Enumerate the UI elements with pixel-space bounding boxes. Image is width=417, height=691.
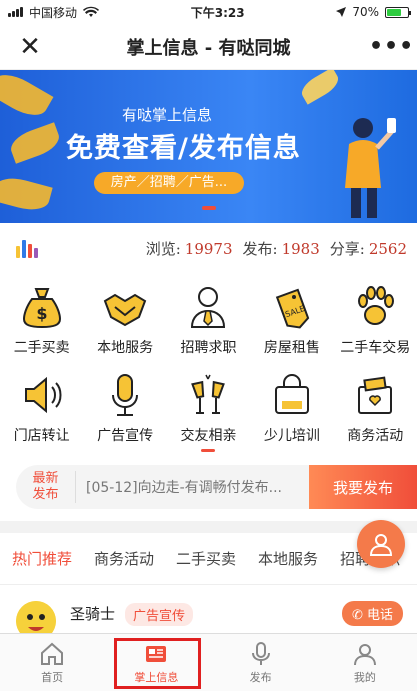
category-label: 房屋租售 [263, 340, 320, 356]
post-author[interactable]: 圣骑士 [70, 603, 115, 624]
tab-business[interactable]: 商务活动 [94, 548, 154, 569]
category-grid: $ 二手买卖 本地服务 招聘求职 SALE 房屋租售 二手车交易 门店转让 广告… [0, 273, 417, 457]
category-kids-training[interactable]: 少儿培训 [250, 369, 333, 457]
leaf-decoration [7, 122, 63, 164]
category-advertising[interactable]: 广告宣传 [83, 369, 166, 457]
signal-icon [8, 7, 23, 17]
tab-hot[interactable]: 热门推荐 [12, 548, 72, 569]
latest-tag: 最新 发布 [16, 471, 76, 503]
post-category-badge: 广告宣传 [125, 603, 194, 626]
category-label: 广告宣传 [97, 428, 154, 444]
category-local-service[interactable]: 本地服务 [83, 281, 166, 369]
category-label: 招聘求职 [180, 340, 237, 356]
home-icon [41, 642, 64, 665]
call-button[interactable]: ✆ 电话 [341, 601, 403, 626]
battery-percent: 70% [352, 5, 379, 19]
category-label: 门店转让 [13, 428, 70, 444]
tabbar-label: 发布 [249, 670, 272, 684]
category-used-cars[interactable]: 二手车交易 [334, 281, 417, 369]
banner-pill: 房产／招聘／广告... [94, 172, 244, 194]
person-tie-icon [191, 287, 226, 328]
category-label: 本地服务 [97, 340, 154, 356]
category-store-transfer[interactable]: 门店转让 [0, 369, 83, 457]
category-housing[interactable]: SALE 房屋租售 [250, 281, 333, 369]
page-title: 掌上信息 - 有哒同城 [126, 37, 291, 59]
leaf-decoration [297, 70, 343, 105]
wifi-icon [83, 6, 100, 17]
category-jobs[interactable]: 招聘求职 [167, 281, 250, 369]
feed-tabs: 热门推荐 商务活动 二手买卖 本地服务 招聘求职 [0, 533, 417, 585]
bottom-tab-bar: 首页 掌上信息 发布 我的 [0, 633, 417, 691]
leaf-decoration [0, 70, 54, 123]
cheers-icon [191, 374, 226, 414]
latest-post-text[interactable]: [05-12]向边走-有调畅付发布... [76, 477, 309, 497]
banner-headline: 免费查看/发布信息 [66, 133, 301, 164]
banner-subtitle: 有哒掌上信息 [122, 106, 213, 124]
navigation-bar: ✕ 掌上信息 - 有哒同城 ••• [0, 24, 417, 70]
more-icon[interactable]: ••• [369, 34, 413, 59]
category-dating[interactable]: 交友相亲 [167, 369, 250, 457]
speaker-icon [24, 376, 62, 414]
tabbar-profile[interactable]: 我的 [313, 634, 417, 691]
svg-text:$: $ [36, 304, 47, 323]
user-icon [369, 534, 393, 556]
user-icon [353, 643, 376, 665]
promo-banner[interactable]: 有哒掌上信息 免费查看/发布信息 房产／招聘／广告... [0, 70, 417, 223]
tab-secondhand[interactable]: 二手买卖 [176, 548, 236, 569]
tabbar-label: 我的 [353, 670, 376, 684]
gift-box-icon [358, 376, 393, 414]
user-float-button[interactable] [357, 520, 405, 568]
handshake-icon [103, 293, 147, 327]
paw-icon [358, 286, 395, 325]
tabbar-publish[interactable]: 发布 [209, 634, 313, 691]
shopping-bag-icon [274, 374, 309, 414]
section-divider [0, 521, 417, 533]
bar-chart-icon [16, 238, 38, 258]
category-label: 二手买卖 [13, 340, 70, 356]
tabbar-info[interactable]: 掌上信息 [104, 634, 208, 691]
highlight-box [114, 638, 201, 689]
battery-icon [384, 6, 411, 18]
carousel-indicator [202, 206, 216, 210]
microphone-icon [112, 374, 139, 416]
shares-stat: 分享: 2562 [329, 239, 407, 258]
leaf-decoration [0, 173, 53, 215]
tab-local-service[interactable]: 本地服务 [258, 548, 318, 569]
carrier-label: 中国移动 [29, 5, 78, 20]
location-arrow-icon [336, 7, 347, 17]
category-label: 少儿培训 [263, 428, 320, 444]
sale-tag-icon: SALE [275, 288, 310, 329]
microphone-icon [251, 641, 270, 665]
posts-stat: 发布: 1983 [242, 239, 320, 258]
person-illustration-icon [345, 118, 396, 218]
tabbar-label: 首页 [41, 670, 64, 684]
category-label: 二手车交易 [340, 340, 411, 356]
money-bag-icon: $ [22, 288, 61, 329]
category-secondhand[interactable]: $ 二手买卖 [0, 281, 83, 369]
stats-bar: 浏览: 19973 发布: 1983 分享: 2562 [0, 223, 417, 273]
views-stat: 浏览: 19973 [145, 239, 233, 258]
tabbar-home[interactable]: 首页 [0, 634, 104, 691]
category-label: 交友相亲 [180, 428, 237, 444]
category-business[interactable]: 商务活动 [334, 369, 417, 457]
publish-button[interactable]: 我要发布 [309, 465, 417, 509]
latest-posts-bar[interactable]: 最新 发布 [05-12]向边走-有调畅付发布... 我要发布 [16, 465, 417, 509]
status-bar: 中国移动 下午3:23 70% [0, 0, 417, 24]
page-indicator [201, 449, 216, 452]
close-icon[interactable]: ✕ [12, 34, 48, 60]
post-item[interactable]: 圣骑士 广告宣传 ✆ 电话 [0, 593, 417, 641]
clock: 下午3:23 [190, 5, 245, 20]
category-label: 商务活动 [347, 428, 404, 444]
